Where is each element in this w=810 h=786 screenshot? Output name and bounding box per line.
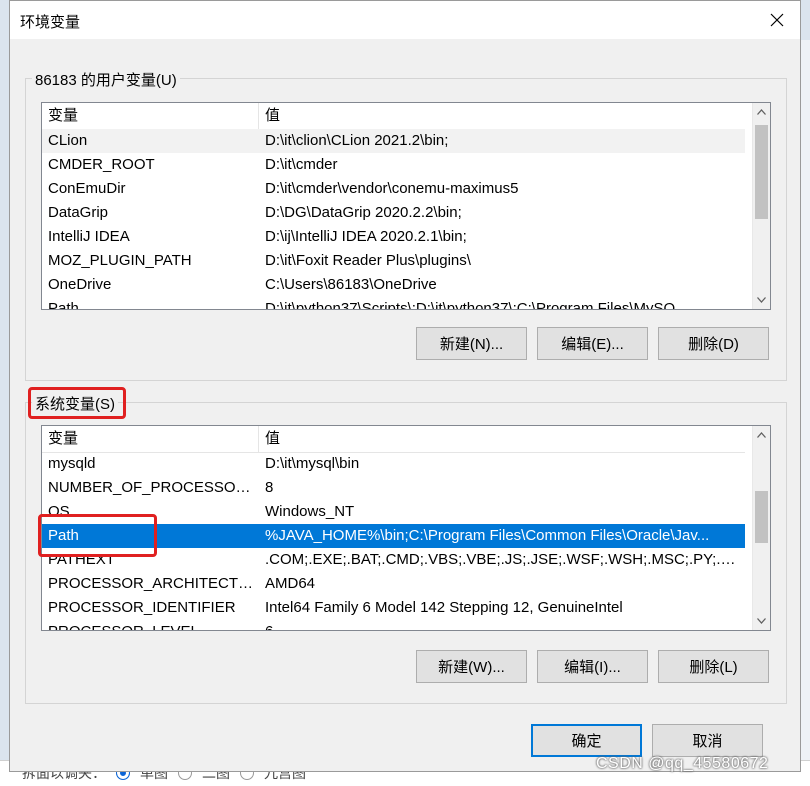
var-value: 6 bbox=[265, 620, 743, 630]
user-vars-rows: CLion D:\it\clion\CLion 2021.2\bin; CMDE… bbox=[42, 129, 745, 310]
user-new-button[interactable]: 新建(N)... bbox=[416, 327, 527, 360]
dialog-titlebar: 环境变量 bbox=[10, 1, 800, 39]
var-name: IntelliJ IDEA bbox=[48, 228, 130, 245]
system-new-button[interactable]: 新建(W)... bbox=[416, 650, 527, 683]
user-delete-button[interactable]: 删除(D) bbox=[658, 327, 769, 360]
var-value: Windows_NT bbox=[265, 503, 355, 520]
list-row[interactable]: Path D:\it\python37\Scripts\;D:\it\pytho… bbox=[42, 297, 745, 310]
var-name: DataGrip bbox=[48, 204, 109, 221]
chevron-up-icon bbox=[757, 432, 766, 438]
scroll-thumb[interactable] bbox=[755, 491, 768, 543]
var-value: %JAVA_HOME%\bin;C:\Program Files\Common … bbox=[265, 527, 710, 544]
cancel-button[interactable]: 取消 bbox=[652, 724, 763, 757]
annotation-box-path bbox=[38, 514, 157, 557]
column-header-value[interactable]: 值 bbox=[259, 103, 745, 129]
close-button[interactable] bbox=[762, 5, 792, 35]
user-vars-label: 86183 的用户变量(U) bbox=[32, 69, 180, 90]
chevron-up-icon bbox=[757, 109, 766, 115]
var-name: MOZ_PLUGIN_PATH bbox=[48, 252, 192, 269]
var-name: ConEmuDir bbox=[48, 180, 126, 197]
var-value: D:\it\python37\Scripts\;D:\it\python37\;… bbox=[265, 300, 676, 310]
var-value: D:\it\Foxit Reader Plus\plugins\ bbox=[265, 252, 471, 269]
list-row[interactable]: MOZ_PLUGIN_PATH D:\it\Foxit Reader Plus\… bbox=[42, 249, 745, 273]
list-row[interactable]: PROCESSOR_ARCHITECTURE AMD64 bbox=[42, 572, 745, 596]
environment-variables-dialog: 环境变量 86183 的用户变量(U) 变量 值 CLion D:\it\cli… bbox=[9, 0, 801, 772]
var-value: D:\it\cmder bbox=[265, 156, 338, 173]
var-value: Intel64 Family 6 Model 142 Stepping 12, … bbox=[265, 599, 623, 616]
list-row[interactable]: OneDrive C:\Users\86183\OneDrive bbox=[42, 273, 745, 297]
close-icon bbox=[770, 13, 784, 27]
var-name: CMDER_ROOT bbox=[48, 156, 155, 173]
var-name: NUMBER_OF_PROCESSORS bbox=[48, 479, 255, 496]
scroll-down-button[interactable] bbox=[753, 291, 770, 309]
system-edit-button[interactable]: 编辑(I)... bbox=[537, 650, 648, 683]
user-vars-scrollbar[interactable] bbox=[752, 103, 770, 309]
var-name: PROCESSOR_LEVEL bbox=[48, 620, 255, 630]
var-name: OneDrive bbox=[48, 276, 112, 293]
annotation-box-system-vars bbox=[28, 387, 126, 419]
column-header-name[interactable]: 变量 bbox=[42, 426, 259, 452]
var-name: mysqld bbox=[48, 455, 96, 472]
var-value: D:\it\cmder\vendor\conemu-maximus5 bbox=[265, 180, 519, 197]
chevron-down-icon bbox=[757, 618, 766, 624]
list-row[interactable]: PROCESSOR_IDENTIFIER Intel64 Family 6 Mo… bbox=[42, 596, 745, 620]
user-edit-button[interactable]: 编辑(E)... bbox=[537, 327, 648, 360]
watermark: CSDN @qq_45580672 bbox=[596, 755, 769, 772]
scroll-down-button[interactable] bbox=[753, 612, 770, 630]
var-value: C:\Users\86183\OneDrive bbox=[265, 276, 437, 293]
var-name: CLion bbox=[48, 132, 88, 149]
column-header-value[interactable]: 值 bbox=[259, 426, 745, 452]
list-row[interactable]: CMDER_ROOT D:\it\cmder bbox=[42, 153, 745, 177]
var-value: D:\it\clion\CLion 2021.2\bin; bbox=[265, 132, 449, 149]
var-name: PROCESSOR_ARCHITECTURE bbox=[48, 575, 255, 592]
var-value: .COM;.EXE;.BAT;.CMD;.VBS;.VBE;.JS;.JSE;.… bbox=[265, 551, 743, 568]
var-name: Path bbox=[48, 300, 79, 310]
var-value: D:\ij\IntelliJ IDEA 2020.2.1\bin; bbox=[265, 228, 467, 245]
user-vars-list[interactable]: 变量 值 CLion D:\it\clion\CLion 2021.2\bin;… bbox=[41, 102, 771, 310]
list-row[interactable]: mysqld D:\it\mysql\bin bbox=[42, 452, 745, 476]
list-row[interactable]: PROCESSOR_LEVEL 6 bbox=[42, 620, 745, 630]
list-row[interactable]: ConEmuDir D:\it\cmder\vendor\conemu-maxi… bbox=[42, 177, 745, 201]
list-row[interactable]: NUMBER_OF_PROCESSORS 8 bbox=[42, 476, 745, 500]
chevron-down-icon bbox=[757, 297, 766, 303]
system-vars-header: 变量 值 bbox=[42, 426, 745, 453]
scroll-up-button[interactable] bbox=[753, 426, 770, 444]
var-name: PROCESSOR_IDENTIFIER bbox=[48, 599, 236, 616]
var-value: AMD64 bbox=[265, 575, 316, 592]
user-vars-header: 变量 值 bbox=[42, 103, 745, 130]
dialog-title: 环境变量 bbox=[20, 14, 81, 31]
var-value: 8 bbox=[265, 479, 274, 496]
scroll-thumb[interactable] bbox=[755, 125, 768, 219]
ok-button[interactable]: 确定 bbox=[531, 724, 642, 757]
system-delete-button[interactable]: 删除(L) bbox=[658, 650, 769, 683]
list-row[interactable]: CLion D:\it\clion\CLion 2021.2\bin; bbox=[42, 129, 745, 153]
var-value: D:\it\mysql\bin bbox=[265, 455, 360, 472]
scroll-up-button[interactable] bbox=[753, 103, 770, 121]
list-row[interactable]: IntelliJ IDEA D:\ij\IntelliJ IDEA 2020.2… bbox=[42, 225, 745, 249]
column-header-name[interactable]: 变量 bbox=[42, 103, 259, 129]
var-value: D:\DG\DataGrip 2020.2.2\bin; bbox=[265, 204, 462, 221]
system-vars-scrollbar[interactable] bbox=[752, 426, 770, 630]
list-row[interactable]: DataGrip D:\DG\DataGrip 2020.2.2\bin; bbox=[42, 201, 745, 225]
